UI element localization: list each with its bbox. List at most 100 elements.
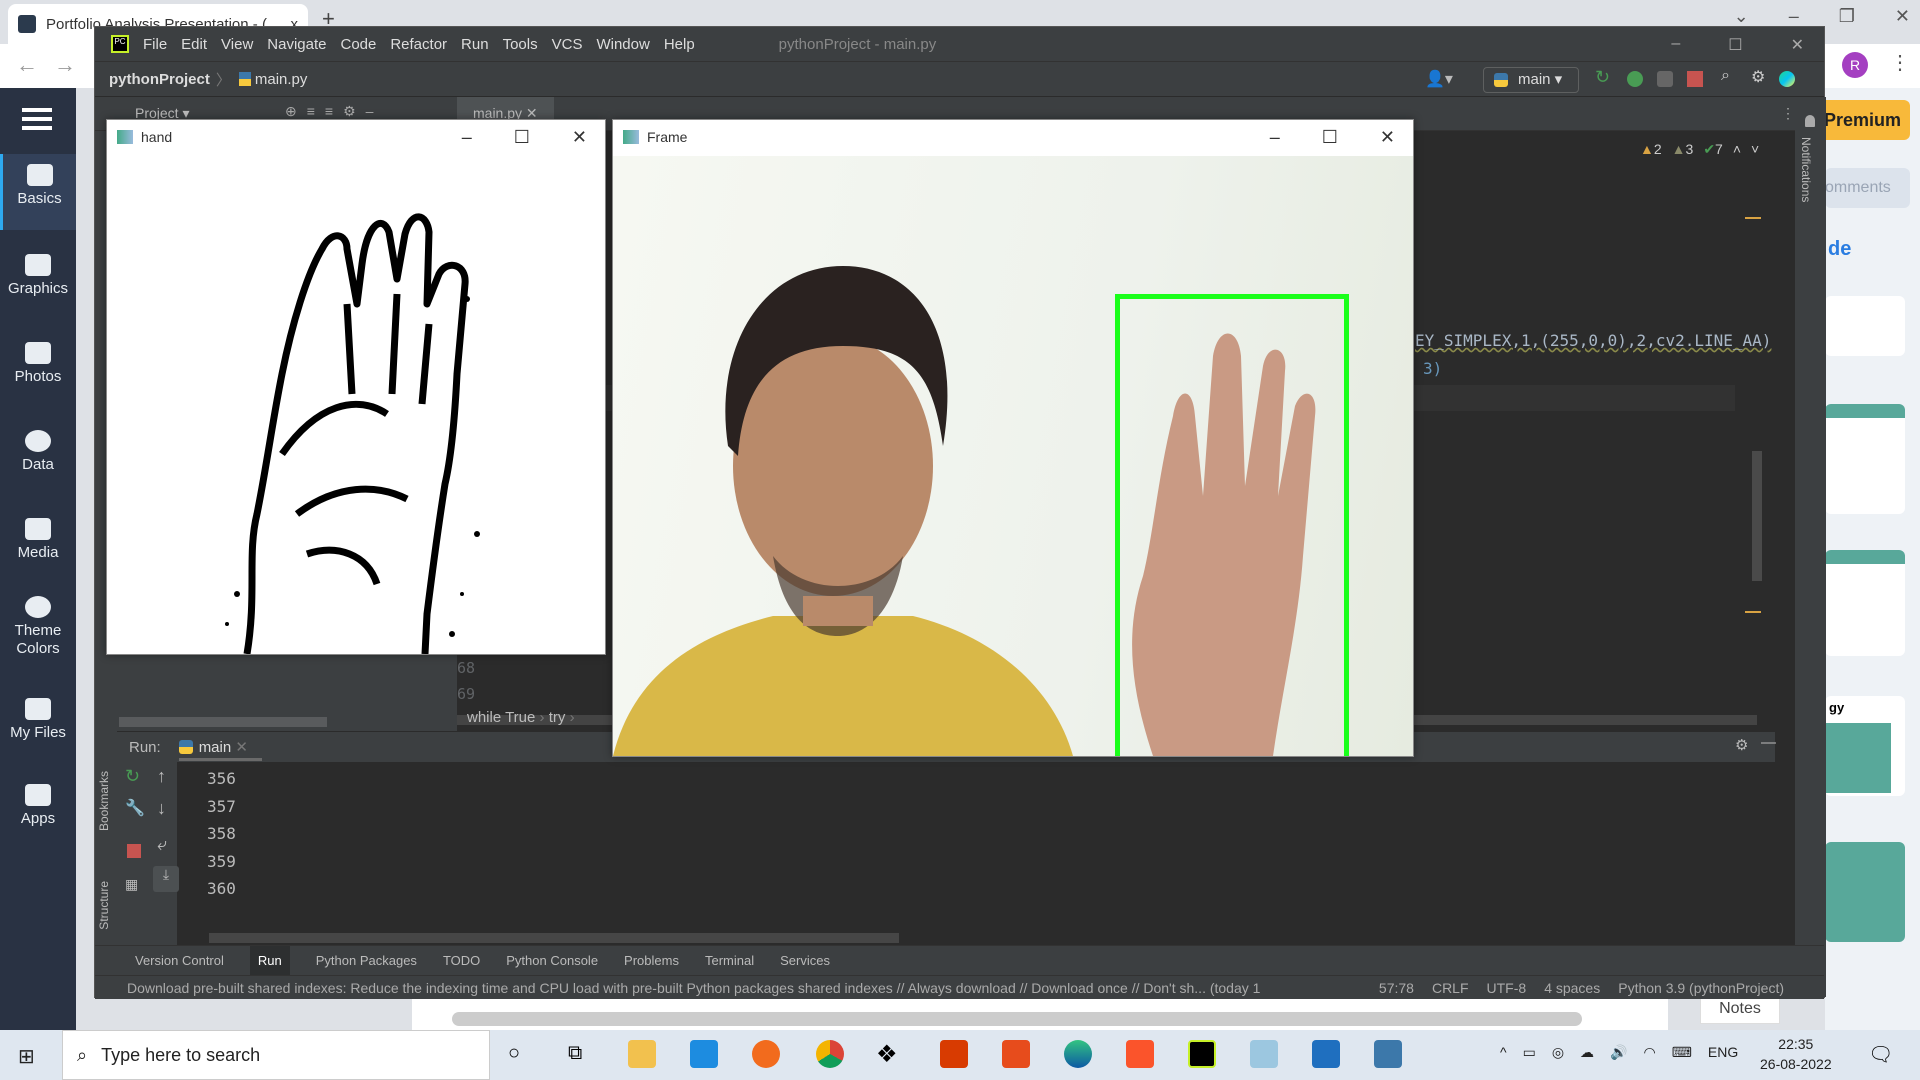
maximize-button[interactable]: ☐ bbox=[1322, 127, 1338, 148]
next-highlight-icon[interactable]: ˅ bbox=[1751, 141, 1759, 158]
menu-vcs[interactable]: VCS bbox=[552, 36, 583, 53]
close-button[interactable]: ✕ bbox=[1895, 6, 1910, 27]
tab-version-control[interactable]: Version Control bbox=[135, 953, 224, 968]
hamburger-menu-icon[interactable] bbox=[22, 108, 52, 130]
volume-icon[interactable]: 🔊 bbox=[1610, 1044, 1627, 1061]
mail-icon[interactable] bbox=[690, 1040, 718, 1068]
taskbar-clock[interactable]: 22:35 26-08-2022 bbox=[1760, 1034, 1832, 1074]
slide-thumbnail[interactable] bbox=[1825, 404, 1905, 514]
status-message[interactable]: Download pre-built shared indexes: Reduc… bbox=[127, 980, 1260, 996]
tab-problems[interactable]: Problems bbox=[624, 953, 679, 968]
firefox-icon[interactable] bbox=[752, 1040, 780, 1068]
sidebar-item-graphics[interactable]: Graphics bbox=[0, 254, 76, 298]
horizontal-scrollbar[interactable] bbox=[452, 1012, 1582, 1026]
slide-thumbnail[interactable] bbox=[1825, 550, 1905, 656]
sidebar-item-apps[interactable]: Apps bbox=[0, 784, 76, 828]
hand-window-titlebar[interactable]: hand – ☐ ✕ bbox=[107, 120, 605, 154]
maximize-button[interactable]: ☐ bbox=[514, 127, 530, 148]
menu-tools[interactable]: Tools bbox=[503, 36, 538, 53]
close-button[interactable]: ✕ bbox=[1791, 35, 1804, 55]
vcs-user-icon[interactable]: 👤▾ bbox=[1425, 69, 1453, 89]
python-taskbar-icon[interactable] bbox=[1374, 1040, 1402, 1068]
profile-avatar[interactable]: R bbox=[1842, 52, 1868, 78]
wifi-icon[interactable]: ◠ bbox=[1643, 1044, 1655, 1061]
sidebar-item-data[interactable]: Data bbox=[0, 430, 76, 474]
prev-highlight-icon[interactable]: ˄ bbox=[1733, 141, 1741, 158]
tab-run[interactable]: Run bbox=[249, 946, 290, 975]
editor-scrollbar[interactable] bbox=[1752, 451, 1762, 581]
line-separator[interactable]: CRLF bbox=[1432, 980, 1469, 996]
office-icon[interactable] bbox=[940, 1040, 968, 1068]
tab-terminal[interactable]: Terminal bbox=[705, 953, 754, 968]
menu-code[interactable]: Code bbox=[340, 36, 376, 53]
meet-now-icon[interactable]: ◎ bbox=[1552, 1044, 1564, 1061]
frame-window[interactable]: Frame – ☐ ✕ bbox=[612, 119, 1414, 757]
hide-panel-icon[interactable]: — bbox=[1761, 734, 1776, 751]
restore-button[interactable]: ❐ bbox=[1839, 6, 1855, 27]
soft-wrap-icon[interactable]: ⤶ bbox=[157, 834, 167, 855]
file-encoding[interactable]: UTF-8 bbox=[1487, 980, 1527, 996]
menu-edit[interactable]: Edit bbox=[181, 36, 207, 53]
tab-services[interactable]: Services bbox=[780, 953, 830, 968]
app-icon[interactable] bbox=[1250, 1040, 1278, 1068]
tab-python-console[interactable]: Python Console bbox=[506, 953, 598, 968]
minimize-button[interactable]: – bbox=[1789, 6, 1799, 27]
menu-file[interactable]: File bbox=[143, 36, 167, 53]
warning-marker[interactable] bbox=[1745, 217, 1761, 219]
brave-icon[interactable] bbox=[1126, 1040, 1154, 1068]
indent-setting[interactable]: 4 spaces bbox=[1544, 980, 1600, 996]
bookmarks-tool-button[interactable]: Bookmarks bbox=[97, 771, 111, 831]
wrench-icon[interactable]: 🔧 bbox=[125, 798, 145, 818]
breadcrumb-file[interactable]: main.py bbox=[255, 71, 308, 88]
sidebar-item-theme-colors[interactable]: Theme Colors bbox=[3, 596, 73, 658]
scroll-down-icon[interactable]: ↓ bbox=[157, 798, 166, 819]
stop-icon[interactable] bbox=[1687, 71, 1703, 87]
profile-icon[interactable] bbox=[1657, 71, 1673, 87]
chrome-icon[interactable] bbox=[816, 1040, 844, 1068]
output-scrollbar[interactable] bbox=[209, 933, 899, 943]
run-output[interactable]: 356 357 358 359 360 bbox=[207, 765, 236, 903]
onedrive-icon[interactable]: ☁ bbox=[1580, 1044, 1594, 1061]
notification-center-icon[interactable]: 🗨 bbox=[1868, 1042, 1893, 1067]
slide-thumbnail[interactable] bbox=[1825, 842, 1905, 942]
tab-todo[interactable]: TODO bbox=[443, 953, 480, 968]
menu-window[interactable]: Window bbox=[596, 36, 649, 53]
menu-help[interactable]: Help bbox=[664, 36, 695, 53]
forward-button[interactable]: → bbox=[54, 52, 92, 77]
search-icon[interactable]: ⌕ bbox=[1721, 67, 1737, 84]
keyboard-icon[interactable]: ⌨ bbox=[1672, 1044, 1692, 1061]
sidebar-item-my-files[interactable]: My Files bbox=[0, 698, 76, 742]
minimize-button[interactable]: – bbox=[1671, 35, 1680, 55]
maximize-button[interactable]: ☐ bbox=[1728, 35, 1742, 55]
menu-view[interactable]: View bbox=[221, 36, 253, 53]
python-interpreter[interactable]: Python 3.9 (pythonProject) bbox=[1618, 980, 1784, 996]
close-button[interactable]: ✕ bbox=[1380, 127, 1395, 148]
comments-button[interactable]: omments bbox=[1825, 168, 1910, 208]
task-view-icon[interactable]: ⧉ bbox=[568, 1042, 582, 1065]
warning-marker[interactable] bbox=[1745, 611, 1761, 613]
photos-icon[interactable] bbox=[1312, 1040, 1340, 1068]
scroll-up-icon[interactable]: ↑ bbox=[157, 766, 166, 787]
minimize-button[interactable]: – bbox=[1270, 127, 1280, 148]
tab-search-button[interactable]: ⌄ bbox=[1734, 6, 1749, 27]
menu-refactor[interactable]: Refactor bbox=[390, 36, 447, 53]
office-icon[interactable] bbox=[1002, 1040, 1030, 1068]
stop-icon[interactable] bbox=[127, 844, 141, 858]
file-explorer-icon[interactable] bbox=[628, 1040, 656, 1068]
cortana-icon[interactable]: ○ bbox=[508, 1042, 520, 1065]
notifications-tool-button[interactable]: Notifications bbox=[1799, 137, 1813, 202]
back-button[interactable]: ← bbox=[16, 52, 54, 77]
close-button[interactable]: ✕ bbox=[572, 127, 587, 148]
slide-thumbnail[interactable]: gy bbox=[1825, 696, 1905, 796]
debug-icon[interactable] bbox=[1627, 71, 1643, 87]
menu-navigate[interactable]: Navigate bbox=[267, 36, 326, 53]
sidebar-item-photos[interactable]: Photos bbox=[0, 342, 76, 386]
layout-icon[interactable]: ▦ bbox=[125, 876, 138, 893]
run-settings-icon[interactable]: ⚙ bbox=[1735, 736, 1748, 754]
jetbrains-ai-icon[interactable] bbox=[1779, 71, 1795, 87]
settings-gear-icon[interactable]: ⚙ bbox=[1751, 67, 1767, 86]
project-toolbar-icons[interactable]: ⊕≡≡⚙– bbox=[285, 103, 383, 120]
hand-window[interactable]: hand – ☐ ✕ bbox=[106, 119, 606, 655]
structure-tool-button[interactable]: Structure bbox=[97, 881, 111, 930]
breadcrumb-try[interactable]: try bbox=[549, 709, 566, 726]
